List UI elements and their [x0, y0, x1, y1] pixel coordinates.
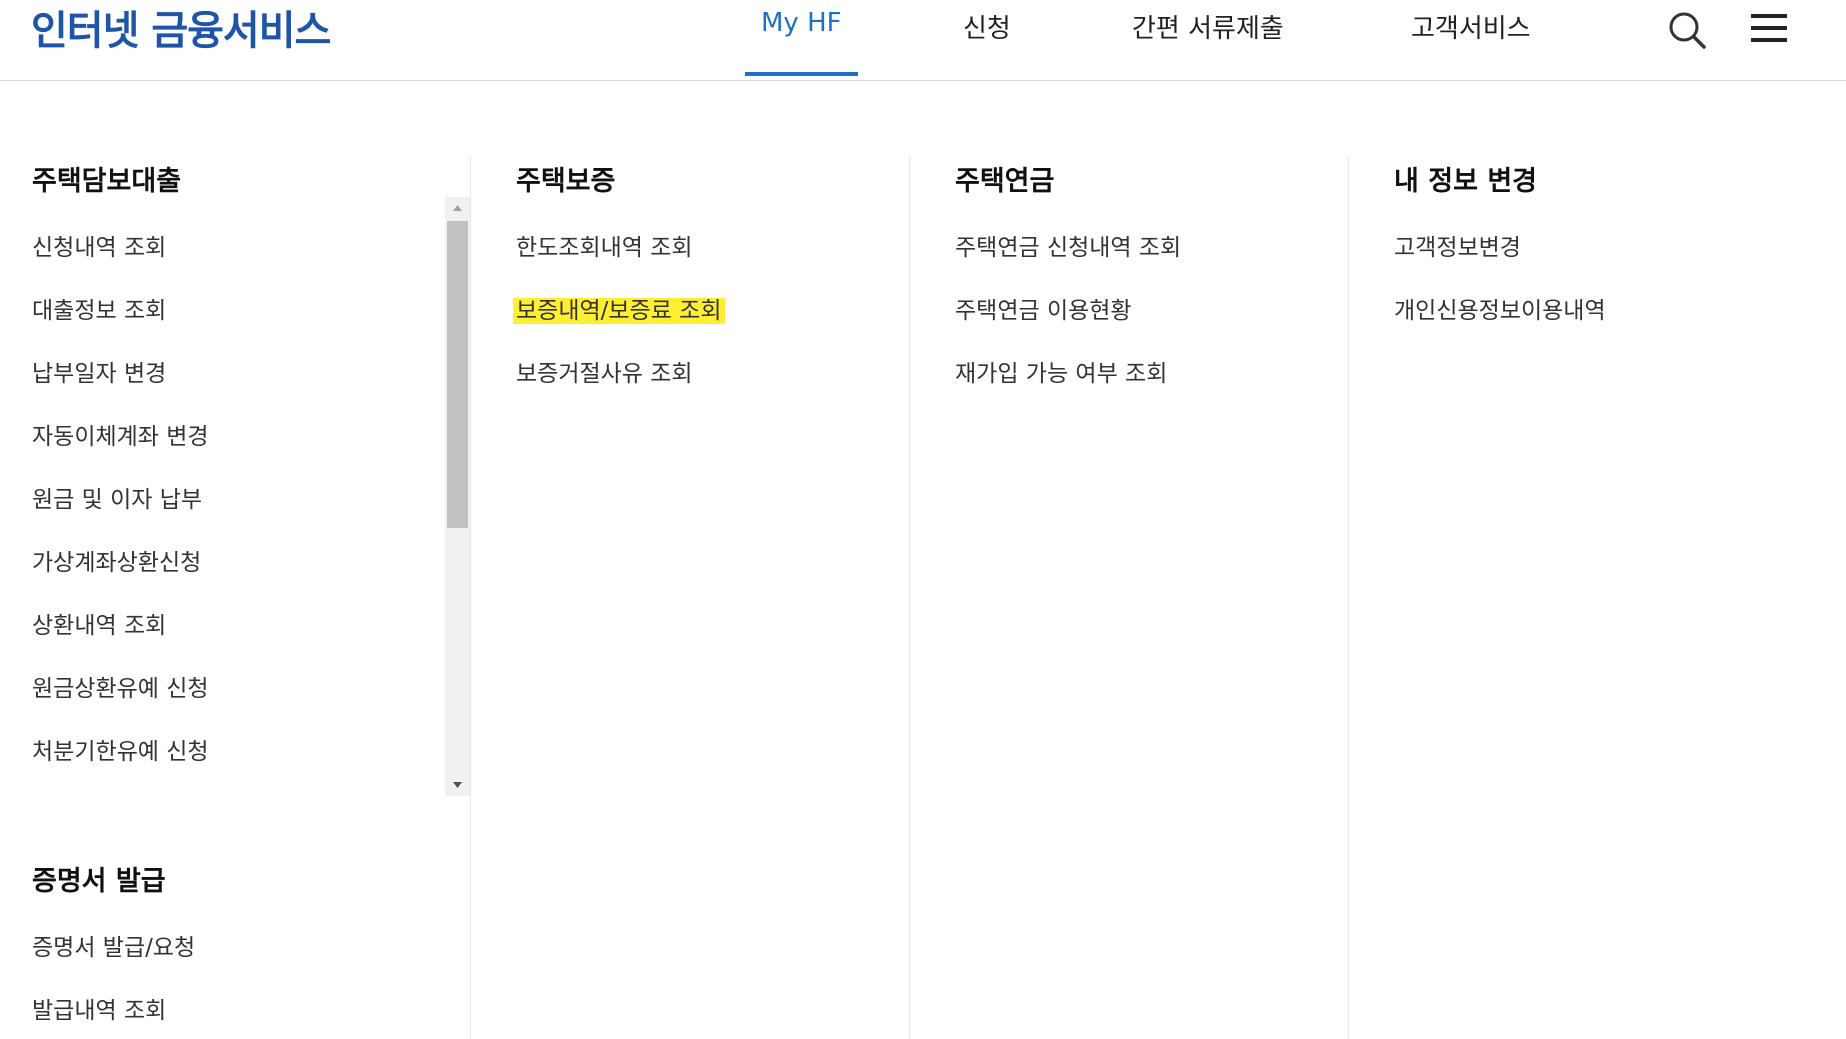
column-title-mortgage-loan: 주택담보대출	[32, 166, 182, 197]
column-divider	[909, 156, 910, 1039]
scroll-down-arrow-icon[interactable]	[445, 774, 470, 796]
menu-link[interactable]: 대출정보 조회	[32, 291, 166, 325]
menu-link[interactable]: 보증거절사유 조회	[516, 354, 693, 388]
scroll-up-arrow-icon[interactable]	[445, 197, 470, 219]
menu-link[interactable]: 자동이체계좌 변경	[32, 417, 209, 451]
hamburger-menu-icon[interactable]	[1746, 6, 1792, 52]
site-logo[interactable]: 인터넷 금융서비스	[31, 0, 331, 56]
menu-link[interactable]: 처분기한유예 신청	[32, 732, 209, 766]
menu-link[interactable]: 신청내역 조회	[32, 228, 166, 262]
scrollbar-thumb[interactable]	[447, 221, 468, 528]
menu-link[interactable]: 발급내역 조회	[32, 991, 166, 1025]
active-tab-indicator	[745, 72, 858, 76]
column-title-my-info: 내 정보 변경	[1394, 166, 1537, 197]
menu-link[interactable]: 주택연금 신청내역 조회	[955, 228, 1181, 262]
column-title-housing-guarantee: 주택보증	[516, 166, 616, 197]
search-icon[interactable]	[1664, 6, 1710, 52]
menu-link[interactable]: 가상계좌상환신청	[32, 543, 201, 577]
menu-link[interactable]: 원금 및 이자 납부	[32, 480, 202, 514]
menu-link-highlighted[interactable]: 보증내역/보증료 조회	[513, 291, 725, 325]
nav-easy-document-submit[interactable]: 간편 서류제출	[1132, 8, 1284, 45]
nav-apply[interactable]: 신청	[963, 8, 1011, 45]
menu-link[interactable]: 고객정보변경	[1394, 228, 1521, 262]
menu-link[interactable]: 상환내역 조회	[32, 606, 166, 640]
menu-link[interactable]: 재가입 가능 여부 조회	[955, 354, 1167, 388]
vertical-scrollbar[interactable]	[445, 197, 470, 796]
column-divider	[1348, 156, 1349, 1039]
nav-customer-service[interactable]: 고객서비스	[1411, 8, 1531, 45]
menu-link[interactable]: 증명서 발급/요청	[32, 928, 195, 962]
column-divider	[470, 156, 471, 1039]
menu-link[interactable]: 개인신용정보이용내역	[1394, 291, 1606, 325]
menu-link[interactable]: 한도조회내역 조회	[516, 228, 693, 262]
column-title-housing-pension: 주택연금	[955, 166, 1055, 197]
column-title-certificate: 증명서 발급	[32, 866, 166, 897]
top-navigation-bar: 인터넷 금융서비스 My HF 신청 간편 서류제출 고객서비스	[0, 0, 1846, 81]
menu-link[interactable]: 주택연금 이용현황	[955, 291, 1132, 325]
highlighted-label: 보증내역/보증료 조회	[513, 298, 725, 324]
menu-link[interactable]: 원금상환유예 신청	[32, 669, 209, 703]
menu-link[interactable]: 납부일자 변경	[32, 354, 166, 388]
nav-my-hf[interactable]: My HF	[761, 8, 842, 38]
